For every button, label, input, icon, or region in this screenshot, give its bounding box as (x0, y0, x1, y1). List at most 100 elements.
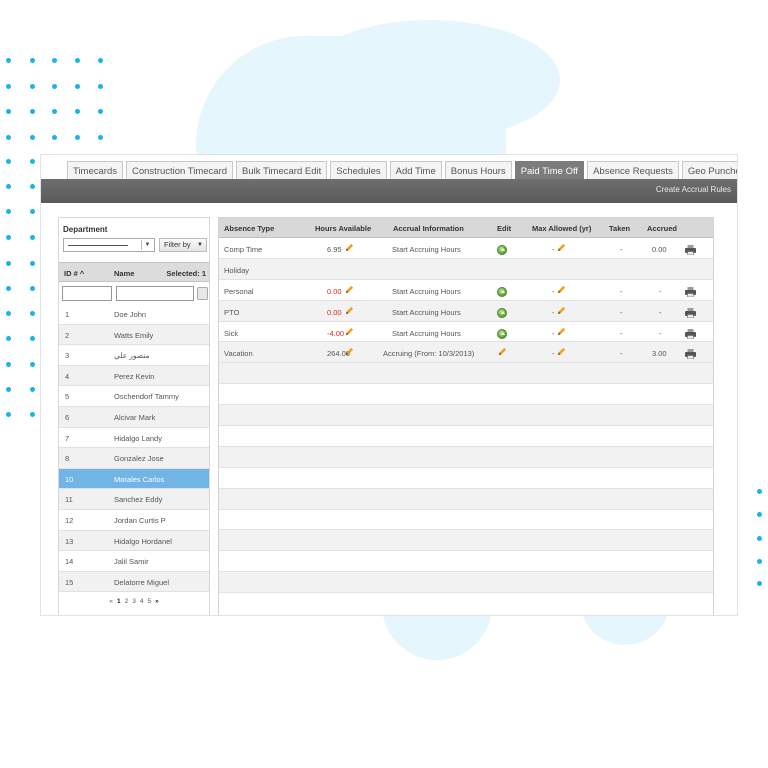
decorative-dot (30, 109, 35, 114)
tab-timecards[interactable]: Timecards (67, 161, 123, 181)
employee-id: 3 (65, 351, 70, 361)
employee-id: 13 (65, 536, 74, 546)
employee-row[interactable]: 5 Oschendorf Tammy (59, 386, 209, 407)
pencil-icon[interactable] (557, 285, 566, 296)
decorative-dot (30, 135, 35, 140)
employee-row[interactable]: 6 Alcivar Mark (59, 406, 209, 428)
absence-table-body: Comp Time 6.95 Start Accruing Hours - - 0.00 H… (219, 238, 713, 594)
pager-page-link[interactable]: 1 (117, 598, 121, 605)
tab-schedules[interactable]: Schedules (330, 161, 387, 181)
filter-apply-button[interactable] (197, 287, 208, 300)
dropdown-arrow-icon: ▼ (141, 240, 153, 250)
add-circle-icon[interactable] (497, 286, 507, 297)
pencil-icon[interactable] (557, 347, 566, 358)
taken-value: - (620, 328, 623, 338)
decorative-dot (30, 412, 35, 417)
id-filter-input[interactable] (62, 286, 112, 301)
employee-row[interactable]: 12 Jordan Curtis P (59, 510, 209, 531)
absence-row: Holiday (219, 258, 713, 280)
decorative-dot (6, 387, 11, 392)
employee-id: 2 (65, 330, 70, 340)
printer-icon[interactable] (685, 328, 696, 339)
employee-row[interactable]: 2 Watts Emily (59, 324, 209, 346)
pencil-icon[interactable] (557, 327, 566, 338)
pencil-icon[interactable] (557, 243, 566, 254)
tab-bonus-hours[interactable]: Bonus Hours (444, 161, 512, 181)
add-circle-icon[interactable] (497, 245, 507, 255)
decorative-dot (75, 84, 80, 89)
employee-id: 7 (65, 433, 70, 443)
employee-row[interactable]: 15 Delatorre Miguel (59, 571, 209, 593)
decorative-dot (30, 184, 35, 189)
decorative-dot (6, 336, 11, 341)
pencil-icon[interactable] (345, 243, 354, 254)
add-circle-icon[interactable] (497, 328, 507, 339)
printer-icon[interactable] (685, 286, 696, 298)
filter-by-button[interactable]: Filter by ▼ (159, 238, 207, 252)
pager-page-link[interactable]: 2 (125, 598, 129, 605)
pencil-icon[interactable] (557, 306, 566, 317)
employee-name: Perez Kevin (114, 371, 155, 381)
accrued-value: - (659, 286, 662, 296)
add-circle-icon[interactable] (497, 307, 507, 318)
pencil-icon[interactable] (345, 306, 354, 317)
accrual-information: Start Accruing Hours (392, 245, 461, 254)
empty-row (219, 384, 713, 406)
name-column-header[interactable]: Name (114, 269, 134, 278)
absence-row: Comp Time 6.95 Start Accruing Hours - - 0.00 (219, 238, 713, 259)
employee-id: 14 (65, 557, 74, 567)
employee-name: Watts Emily (114, 330, 154, 340)
department-select[interactable]: ▼ (63, 238, 155, 252)
taken-value: - (620, 245, 623, 254)
tab-construction-timecard[interactable]: Construction Timecard (126, 161, 234, 181)
employee-id: 15 (65, 577, 74, 587)
employee-row[interactable]: 1 Doe John (59, 304, 209, 325)
printer-icon[interactable] (685, 349, 696, 360)
empty-row (219, 468, 713, 489)
employee-row[interactable]: 13 Hidalgo Hordanel (59, 530, 209, 552)
pager-prev-button[interactable]: « (109, 598, 113, 605)
employee-row[interactable]: 14 Jalil Samir (59, 551, 209, 572)
decorative-dot (6, 261, 11, 266)
absence-type-header: Absence Type (224, 224, 275, 233)
pencil-icon[interactable] (345, 327, 354, 338)
max-allowed: - (552, 328, 555, 338)
printer-icon[interactable] (685, 307, 696, 318)
max-allowed-header: Max Allowed (yr) (532, 224, 592, 233)
tab-absence-requests[interactable]: Absence Requests (587, 161, 679, 181)
absence-type: Holiday (224, 265, 250, 275)
decorative-dot (6, 184, 11, 189)
pencil-icon[interactable] (345, 285, 354, 296)
tab-geo-punches[interactable]: Geo Punches (681, 161, 737, 181)
employee-row[interactable]: 7 Hidalgo Landy (59, 428, 209, 449)
employee-row[interactable]: 8 Gonzalez Jose (59, 448, 209, 469)
empty-row (219, 363, 713, 385)
pager-page-link[interactable]: 3 (132, 598, 136, 605)
accrued-value: - (659, 328, 662, 338)
decorative-dot (6, 311, 11, 316)
employee-id: 10 (65, 474, 74, 484)
employee-name: Alcivar Mark (114, 412, 156, 422)
create-accrual-rules-link[interactable]: Create Accrual Rules (656, 185, 731, 194)
pager-page-link[interactable]: 4 (140, 598, 144, 605)
decorative-dot (98, 58, 103, 63)
absence-type: Comp Time (224, 245, 263, 254)
decorative-dot (6, 109, 11, 114)
employee-name: منصور علي (114, 351, 150, 361)
accrual-information: Start Accruing Hours (392, 286, 461, 296)
decorative-dot (6, 209, 11, 214)
pager-page-link[interactable]: 5 (147, 598, 151, 605)
pencil-icon[interactable] (345, 347, 354, 358)
pencil-icon[interactable] (498, 347, 507, 358)
employee-row[interactable]: 10 Morales Carlos (59, 468, 209, 490)
employee-row[interactable]: 11 Sanchez Eddy (59, 489, 209, 510)
id-column-header[interactable]: ID # ^ (64, 269, 84, 278)
name-filter-input[interactable] (116, 286, 194, 301)
employee-row[interactable]: 4 Perez Kevin (59, 365, 209, 387)
tab-add-time[interactable]: Add Time (389, 161, 442, 181)
tab-paid-time-off[interactable]: Paid Time Off (514, 161, 585, 181)
pager-next-button[interactable]: » (155, 598, 159, 605)
tab-bulk-timecard-edit[interactable]: Bulk Timecard Edit (236, 161, 328, 181)
employee-row[interactable]: 3 منصور علي (59, 345, 209, 366)
printer-icon[interactable] (685, 245, 696, 256)
